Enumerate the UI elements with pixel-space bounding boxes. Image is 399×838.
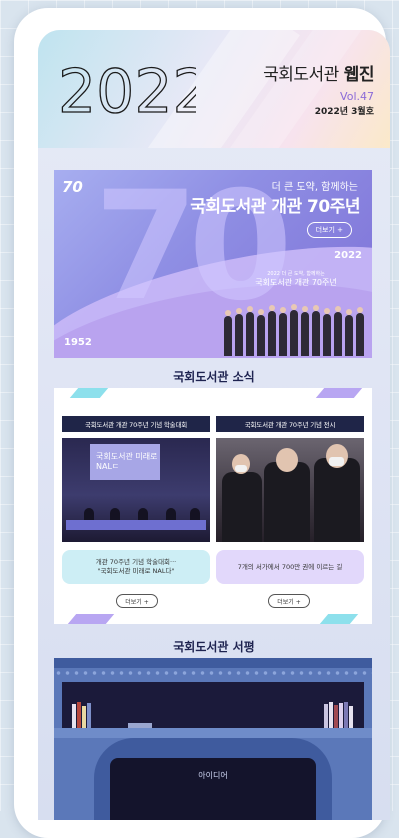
logo-2022-icon[interactable]: 2022 bbox=[56, 44, 196, 128]
visitor-figure bbox=[264, 462, 310, 542]
book-spine bbox=[344, 702, 348, 728]
banner-year-start: 1952 bbox=[64, 337, 92, 348]
news-item-1-caption[interactable]: 개관 70주년 기념 학술대회··· "국회도서관 미래로 NAL다" bbox=[62, 550, 210, 584]
person-figure bbox=[301, 306, 309, 356]
book-spine bbox=[87, 703, 91, 728]
symposium-screen-text: 국회도서관 미래로 NALㄷ bbox=[96, 452, 158, 471]
book-spine bbox=[82, 706, 86, 728]
news-card: 국회도서관 개관 70주년 기념 학술대회 국회도서관 개관 70주년 기념 전… bbox=[54, 388, 372, 624]
book-spine bbox=[349, 706, 353, 728]
person-figure bbox=[345, 309, 353, 356]
visitor-mask bbox=[235, 465, 247, 472]
brand-title: 국회도서관 웹진 bbox=[263, 60, 374, 85]
card-decoration bbox=[319, 614, 359, 624]
brand-title-plain: 국회도서관 bbox=[263, 65, 344, 85]
book-spine bbox=[72, 704, 76, 728]
issue-date: 2022년 3월호 bbox=[314, 107, 374, 117]
symposium-screen: 국회도서관 미래로 NALㄷ bbox=[90, 444, 160, 480]
book-spine bbox=[324, 704, 328, 728]
news-item-1-more-button[interactable]: 더보기 + bbox=[116, 594, 158, 608]
news-item-1-caption-line1: 개관 70주년 기념 학술대회··· bbox=[95, 558, 177, 567]
news-item-2-more-button[interactable]: 더보기 + bbox=[268, 594, 310, 608]
person-figure bbox=[268, 305, 276, 356]
webzine-header: 2022 국회도서관 웹진 Vol.47 2022년 3월호 bbox=[38, 30, 390, 148]
visitor-mask bbox=[329, 457, 344, 466]
book-spine bbox=[329, 702, 333, 728]
book-spine bbox=[339, 703, 343, 728]
news-item-2-header: 국회도서관 개관 70주년 기념 전시 bbox=[216, 416, 364, 432]
volume-number: Vol.47 bbox=[340, 90, 374, 103]
news-section-title: 국회도서관 소식 bbox=[173, 370, 255, 384]
news-item-1-caption-line2: "국회도서관 미래로 NAL다" bbox=[97, 567, 175, 575]
news-item-2-caption[interactable]: 7개의 서가에서 700만 권에 이르는 길 bbox=[216, 550, 364, 584]
news-item-2-caption-line1: 7개의 서가에서 700만 권에 이르는 길 bbox=[237, 562, 343, 571]
person-figure bbox=[235, 308, 243, 356]
ceremony-photo bbox=[222, 296, 368, 356]
shelf-top bbox=[54, 658, 372, 668]
card-decoration bbox=[315, 388, 363, 398]
bookshelf-illustration[interactable]: 아이디어 bbox=[54, 658, 372, 820]
phone-frame: 2022 국회도서관 웹진 Vol.47 2022년 3월호 70 70 더 큰… bbox=[14, 8, 390, 838]
logo-year-text: 2022 bbox=[58, 57, 196, 127]
card-decoration bbox=[67, 614, 115, 624]
visitor-face bbox=[276, 448, 298, 472]
visitor-figure bbox=[222, 472, 262, 542]
bookshelf-label: 아이디어 bbox=[198, 771, 228, 780]
banner-inner-subtitle: 2022 더 큰 도약, 함께하는 bbox=[267, 271, 325, 277]
anniversary-badge: 70 bbox=[62, 178, 83, 196]
book-spine bbox=[77, 702, 81, 728]
book-spine bbox=[334, 705, 338, 728]
panel-table bbox=[66, 520, 206, 530]
banner-more-button[interactable]: 더보기 + bbox=[306, 222, 352, 238]
anniversary-banner[interactable]: 70 70 더 큰 도약, 함께하는 국회도서관 개관 70주년 더보기 + 2… bbox=[54, 170, 372, 358]
exhibition-photo[interactable] bbox=[216, 438, 364, 542]
visitor-figure bbox=[314, 458, 360, 542]
shelf-board bbox=[54, 728, 372, 738]
banner-year-now: 2022 bbox=[334, 250, 362, 261]
person-figure bbox=[290, 304, 298, 356]
person-figure bbox=[334, 306, 342, 356]
person-figure bbox=[323, 308, 331, 356]
shelf-ornament bbox=[54, 668, 372, 678]
news-item-1-header: 국회도서관 개관 70주년 기념 학술대회 bbox=[62, 416, 210, 432]
person-figure bbox=[246, 306, 254, 356]
brand-title-bold: 웹진 bbox=[343, 65, 375, 85]
shelf-cabinet bbox=[62, 682, 364, 728]
webzine-screen: 2022 국회도서관 웹진 Vol.47 2022년 3월호 70 70 더 큰… bbox=[38, 30, 390, 820]
symposium-photo[interactable]: 국회도서관 미래로 NALㄷ bbox=[62, 438, 210, 542]
person-figure bbox=[312, 305, 320, 356]
banner-inner-title: 국회도서관 개관 70주년 bbox=[255, 278, 337, 287]
person-figure bbox=[257, 309, 265, 356]
banner-subtitle: 더 큰 도약, 함께하는 bbox=[271, 182, 358, 193]
person-figure bbox=[356, 307, 364, 356]
banner-title: 국회도서관 개관 70주년 bbox=[190, 197, 360, 217]
person-figure bbox=[224, 310, 232, 356]
card-decoration bbox=[69, 388, 109, 398]
person-figure bbox=[279, 307, 287, 356]
bookreview-section-title: 국회도서관 서평 bbox=[173, 640, 255, 654]
